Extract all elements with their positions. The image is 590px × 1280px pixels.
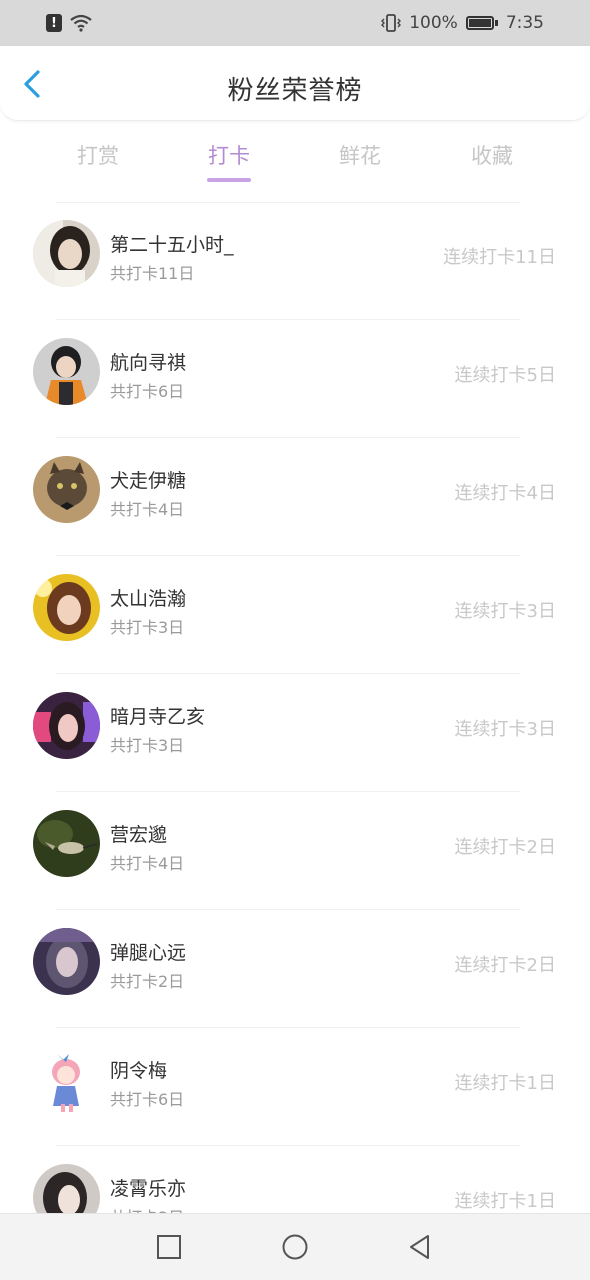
total-checkin: 共打卡3日 <box>110 736 185 755</box>
avatar <box>33 928 100 995</box>
alert-icon: ! <box>46 14 62 32</box>
list-item[interactable]: 阴令梅 共打卡6日 连续打卡1日 <box>0 1028 590 1146</box>
fan-name: 航向寻祺 <box>110 352 187 374</box>
avatar <box>33 692 100 759</box>
fan-name: 阴令梅 <box>110 1060 168 1082</box>
fan-name: 第二十五小时_ <box>110 234 234 256</box>
active-tab-indicator <box>207 178 251 182</box>
streak-checkin: 连续打卡5日 <box>454 365 556 386</box>
avatar <box>33 220 100 287</box>
avatar <box>33 456 100 523</box>
vibrate-icon <box>381 14 402 32</box>
list-item[interactable]: 犬走伊糖 共打卡4日 连续打卡4日 <box>0 438 590 556</box>
tab-checkin[interactable]: 打卡 <box>179 140 279 182</box>
fan-name: 弹腿心远 <box>110 942 187 964</box>
battery-icon <box>465 16 498 30</box>
total-checkin: 共打卡4日 <box>110 854 185 873</box>
back-triangle-icon[interactable] <box>406 1233 434 1261</box>
avatar <box>33 1046 100 1113</box>
streak-checkin: 连续打卡11日 <box>443 247 556 268</box>
streak-checkin: 连续打卡3日 <box>454 601 556 622</box>
total-checkin: 共打卡11日 <box>110 264 195 283</box>
fan-name: 暗月寺乙亥 <box>110 706 206 728</box>
avatar <box>33 338 100 405</box>
tab-reward[interactable]: 打赏 <box>48 140 148 170</box>
streak-checkin: 连续打卡3日 <box>454 719 556 740</box>
total-checkin: 共打卡6日 <box>110 1090 185 1109</box>
streak-checkin: 连续打卡2日 <box>454 955 556 976</box>
fan-name: 营宏邈 <box>110 824 168 846</box>
header: 粉丝荣誉榜 <box>0 46 590 121</box>
clock: 7:35 <box>505 13 544 33</box>
page-title: 粉丝荣誉榜 <box>227 76 363 106</box>
status-bar-right: 100% 7:35 <box>381 13 544 33</box>
list-item[interactable]: 弹腿心远 共打卡2日 连续打卡2日 <box>0 910 590 1028</box>
tab-checkin-label: 打卡 <box>208 144 250 168</box>
streak-checkin: 连续打卡4日 <box>454 483 556 504</box>
total-checkin: 共打卡3日 <box>110 618 185 637</box>
list-item[interactable]: 第二十五小时_ 共打卡11日 连续打卡11日 <box>0 202 590 320</box>
avatar <box>33 574 100 641</box>
fan-name: 犬走伊糖 <box>110 470 187 492</box>
total-checkin: 共打卡6日 <box>110 382 185 401</box>
list-item[interactable]: 航向寻祺 共打卡6日 连续打卡5日 <box>0 320 590 438</box>
tab-favorites[interactable]: 收藏 <box>442 140 542 170</box>
home-icon[interactable] <box>281 1233 309 1261</box>
tab-bar: 打赏 打卡 鲜花 收藏 <box>0 128 590 203</box>
list-item[interactable]: 太山浩瀚 共打卡3日 连续打卡3日 <box>0 556 590 674</box>
list-item[interactable]: 营宏邈 共打卡4日 连续打卡2日 <box>0 792 590 910</box>
total-checkin: 共打卡2日 <box>110 972 185 991</box>
streak-checkin: 连续打卡1日 <box>454 1191 556 1212</box>
tab-flowers[interactable]: 鲜花 <box>310 140 410 170</box>
wifi-icon <box>70 14 92 32</box>
fan-name: 凌霄乐亦 <box>110 1178 187 1200</box>
streak-checkin: 连续打卡1日 <box>454 1073 556 1094</box>
status-bar-left: ! <box>46 14 92 32</box>
total-checkin: 共打卡4日 <box>110 500 185 519</box>
battery-percent: 100% <box>409 13 458 33</box>
status-bar: ! 100% 7:35 <box>0 0 590 46</box>
recent-apps-icon[interactable] <box>155 1233 183 1261</box>
avatar <box>33 810 100 877</box>
streak-checkin: 连续打卡2日 <box>454 837 556 858</box>
fan-name: 太山浩瀚 <box>110 588 187 610</box>
fan-list: 第二十五小时_ 共打卡11日 连续打卡11日 航向寻祺 共打卡6日 连续打卡5日 <box>0 202 590 1264</box>
system-nav-bar <box>0 1213 590 1280</box>
list-item[interactable]: 暗月寺乙亥 共打卡3日 连续打卡3日 <box>0 674 590 792</box>
